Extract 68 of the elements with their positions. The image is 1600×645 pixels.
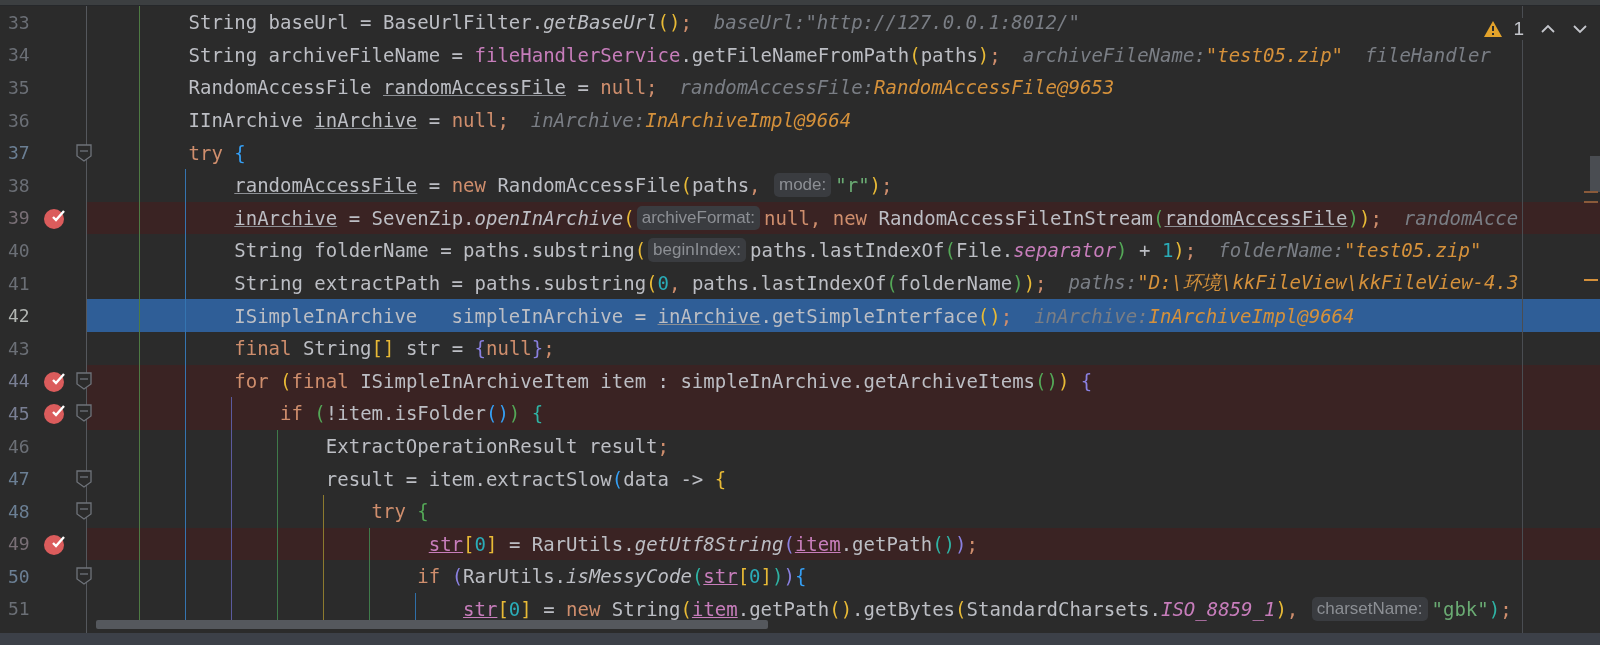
code-text: inArchive = SevenZip.openInArchive(	[233, 206, 635, 229]
inline-debug-value: inArchive:InArchiveImpl@9664	[530, 109, 852, 132]
fold-icon[interactable]	[75, 567, 92, 586]
parameter-hint: archiveFormat:	[636, 205, 761, 230]
fold-icon[interactable]	[75, 143, 92, 162]
code-text: for (final ISimpleInArchiveItem item : simpleInArchive.getArchiveItems()) {	[233, 369, 1093, 392]
code-text: final String[] str = {null};	[233, 337, 555, 360]
line-number: 49	[7, 533, 31, 555]
line-number: 43	[7, 337, 31, 359]
scrollbar-thumb[interactable]	[96, 620, 768, 629]
code-text: paths.lastIndexOf(File.separator) + 1);	[750, 239, 1197, 262]
chevron-up-icon[interactable]	[1540, 24, 1556, 34]
code-text: String baseUrl = BaseUrlFilter.getBaseUrl();	[187, 11, 692, 34]
code-text: if (RarUtils.isMessyCode(str[0])){	[416, 565, 807, 588]
inline-debug-value: baseUrl:"http://127.0.0.1:8012/"	[713, 11, 1080, 34]
breakpoint-icon[interactable]	[43, 401, 67, 426]
line-number: 36	[7, 109, 31, 131]
inline-debug-value: inArchive:InArchiveImpl@9664	[1034, 304, 1355, 327]
line-number: 46	[7, 435, 31, 457]
line-number: 45	[7, 402, 31, 424]
code-text: if (!item.isFolder()) {	[279, 402, 544, 425]
inline-debug-value: randomAcce	[1403, 206, 1519, 229]
code-text: null, new RandomAccessFileInStream(randomAccessFile));	[764, 206, 1382, 229]
line-number: 38	[7, 174, 31, 196]
inline-debug-value: folderName:"test05.zip"	[1218, 239, 1482, 262]
inline-debug-value: randomAccessFile:RandomAccessFile@9653	[679, 76, 1115, 99]
code-text: try {	[187, 141, 246, 164]
line-number: 33	[7, 11, 31, 33]
fold-icon[interactable]	[75, 469, 92, 488]
line-number: 48	[7, 500, 31, 522]
line-number: 51	[7, 598, 31, 620]
inline-debug-value: fileHandler	[1365, 43, 1491, 66]
inline-debug-value: archiveFileName:"test05.zip"	[1022, 43, 1344, 66]
code-text: try {	[370, 500, 429, 523]
inline-debug-value: paths:"D:\环境\kkFileView\kkFileView-4.3	[1068, 270, 1519, 296]
code-text: RandomAccessFile randomAccessFile = null;	[187, 76, 658, 99]
line-number: 41	[7, 272, 31, 294]
line-number: 40	[7, 239, 31, 261]
code-text: String folderName = paths.substring(	[233, 239, 647, 262]
fold-icon[interactable]	[75, 371, 92, 390]
warning-icon[interactable]	[1483, 20, 1504, 38]
line-number: 44	[7, 370, 31, 392]
fold-icon[interactable]	[75, 502, 92, 521]
code-text: ExtractOperationResult result;	[324, 435, 669, 457]
line-number: 34	[7, 44, 31, 66]
chevron-down-icon[interactable]	[1572, 24, 1588, 34]
line-number: 42	[7, 305, 31, 327]
parameter-hint: mode:	[774, 173, 832, 198]
code-text: str[0] = new String(item.getPath().getBytes(StandardCharsets.ISO_8859_1),	[462, 598, 1300, 620]
line-number: 50	[7, 565, 31, 587]
code-text: str[0] = RarUtils.getUtf8String(item.getPath());	[427, 532, 978, 555]
code-text: randomAccessFile = new RandomAccessFile(paths,	[233, 174, 762, 197]
code-text: result = item.extractSlow(data -> {	[324, 467, 727, 490]
code-text: String archiveFileName = fileHandlerService.getFileNameFromPath(paths);	[187, 43, 1001, 66]
parameter-hint: beginIndex:	[648, 238, 746, 263]
line-number: 35	[7, 77, 31, 98]
line-number: 37	[7, 142, 31, 164]
scrollbar-thumb[interactable]	[1590, 156, 1600, 192]
fold-icon[interactable]	[75, 404, 92, 423]
line-number: 39	[7, 207, 31, 229]
code-text: "r");	[835, 174, 893, 197]
code-text: String extractPath = paths.substring(0, paths.lastIndexOf(folderName));	[233, 272, 1047, 295]
warning-count[interactable]: 1	[1513, 18, 1524, 40]
parameter-hint: charsetName:	[1311, 597, 1428, 621]
code-text: "gbk");	[1431, 598, 1512, 620]
code-text: ISimpleInArchive simpleInArchive = inArchive.getSimpleInterface();	[233, 304, 1013, 327]
line-number: 47	[7, 468, 31, 490]
code-text: IInArchive inArchive = null;	[187, 109, 509, 132]
